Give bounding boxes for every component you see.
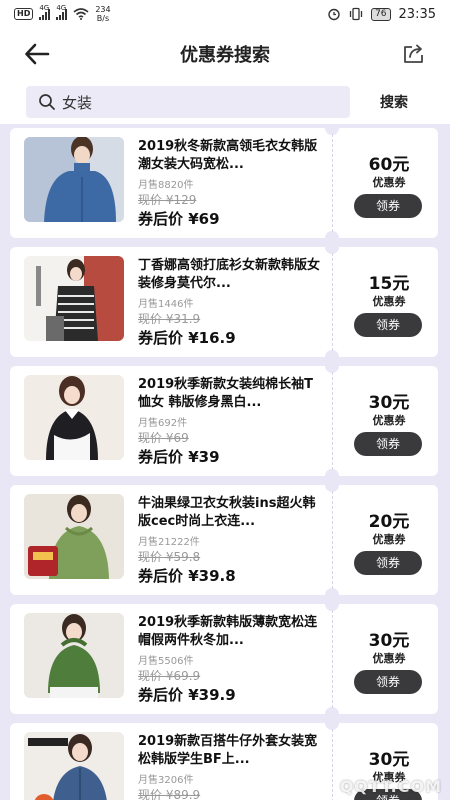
coupon-label: 优惠券 bbox=[372, 533, 406, 546]
product-title: 2019新款百搭牛仔外套女装宽松韩版学生BF上... bbox=[138, 734, 318, 767]
net-speed: 234 B/s bbox=[95, 5, 111, 23]
get-coupon-button[interactable]: 领券 bbox=[354, 194, 422, 218]
product-image bbox=[24, 256, 124, 341]
after-coupon-price: 券后价 ¥69 bbox=[138, 210, 220, 228]
clock: 23:35 bbox=[398, 6, 436, 22]
coupon-label: 优惠券 bbox=[372, 414, 406, 427]
search-icon bbox=[39, 94, 55, 110]
original-price: 现价 ¥89.9 bbox=[138, 788, 201, 800]
list-item[interactable]: 2019秋季新款女装纯棉长袖T恤女 韩版修身黑白... 月售692件 现价 ¥6… bbox=[10, 366, 438, 476]
wifi-icon bbox=[73, 8, 89, 20]
divider bbox=[332, 253, 333, 351]
monthly-sales: 月售1446件 bbox=[138, 299, 194, 310]
product-image bbox=[24, 732, 124, 800]
get-coupon-button[interactable]: 领券 bbox=[354, 313, 422, 337]
watermark: QQTT.COM bbox=[339, 777, 442, 796]
original-price: 现价 ¥129 bbox=[138, 193, 197, 207]
hd-badge: HD bbox=[14, 8, 34, 20]
original-price: 现价 ¥31.9 bbox=[138, 312, 201, 326]
monthly-sales: 月售692件 bbox=[138, 418, 188, 429]
monthly-sales: 月售8820件 bbox=[138, 180, 194, 191]
original-price: 现价 ¥69 bbox=[138, 431, 189, 445]
vibrate-icon bbox=[349, 7, 363, 21]
alarm-icon bbox=[328, 8, 340, 21]
get-coupon-button[interactable]: 领券 bbox=[354, 670, 422, 694]
get-coupon-button[interactable]: 领券 bbox=[354, 551, 422, 575]
coupon-list: 2019秋冬新款高领毛衣女韩版潮女装大码宽松... 月售8820件 现价 ¥12… bbox=[0, 124, 450, 800]
monthly-sales: 月售21222件 bbox=[138, 537, 200, 548]
coupon-label: 优惠券 bbox=[372, 652, 406, 665]
search-query: 女装 bbox=[62, 93, 93, 112]
divider bbox=[332, 610, 333, 708]
product-title: 2019秋季新款韩版薄款宽松连帽假两件秋冬加... bbox=[138, 615, 318, 648]
product-title: 丁香娜高领打底衫女新款韩版女装修身莫代尔... bbox=[138, 258, 320, 291]
coupon-amount: 20元 bbox=[368, 512, 410, 532]
coupon-label: 优惠券 bbox=[372, 176, 406, 189]
coupon-label: 优惠券 bbox=[372, 295, 406, 308]
product-title: 2019秋季新款女装纯棉长袖T恤女 韩版修身黑白... bbox=[138, 377, 314, 410]
signal-icon-2: 4G bbox=[56, 4, 68, 20]
arrow-left-icon[interactable] bbox=[24, 42, 50, 66]
divider bbox=[332, 134, 333, 232]
product-image bbox=[24, 494, 124, 579]
coupon-amount: 15元 bbox=[368, 274, 410, 294]
original-price: 现价 ¥59.8 bbox=[138, 550, 201, 564]
list-item[interactable]: 2019秋冬新款高领毛衣女韩版潮女装大码宽松... 月售8820件 现价 ¥12… bbox=[10, 128, 438, 238]
product-title: 2019秋冬新款高领毛衣女韩版潮女装大码宽松... bbox=[138, 139, 318, 172]
original-price: 现价 ¥69.9 bbox=[138, 669, 201, 683]
after-coupon-price: 券后价 ¥16.9 bbox=[138, 329, 236, 347]
after-coupon-price: 券后价 ¥39.8 bbox=[138, 567, 236, 585]
monthly-sales: 月售5506件 bbox=[138, 656, 194, 667]
product-image bbox=[24, 613, 124, 698]
coupon-amount: 30元 bbox=[368, 750, 410, 770]
search-bar: 女装 搜索 bbox=[0, 80, 450, 124]
product-image bbox=[24, 375, 124, 460]
coupon-amount: 60元 bbox=[368, 155, 410, 175]
get-coupon-button[interactable]: 领券 bbox=[354, 432, 422, 456]
product-image bbox=[24, 137, 124, 222]
search-button[interactable]: 搜索 bbox=[380, 92, 408, 112]
search-input[interactable]: 女装 bbox=[26, 86, 350, 118]
after-coupon-price: 券后价 ¥39 bbox=[138, 448, 220, 466]
coupon-amount: 30元 bbox=[368, 393, 410, 413]
divider bbox=[332, 372, 333, 470]
signal-icon: 4G bbox=[39, 4, 51, 20]
list-item[interactable]: 牛油果绿卫衣女秋装ins超火韩版cec时尚上衣连... 月售21222件 现价 … bbox=[10, 485, 438, 595]
status-bar: HD 4G 4G 234 B/s 76 23:35 bbox=[0, 0, 450, 28]
coupon-amount: 30元 bbox=[368, 631, 410, 651]
share-icon[interactable] bbox=[402, 42, 426, 66]
monthly-sales: 月售3206件 bbox=[138, 775, 194, 786]
after-coupon-price: 券后价 ¥39.9 bbox=[138, 686, 236, 704]
divider bbox=[332, 491, 333, 589]
product-title: 牛油果绿卫衣女秋装ins超火韩版cec时尚上衣连... bbox=[138, 496, 316, 529]
page-title: 优惠券搜索 bbox=[180, 45, 270, 66]
divider bbox=[332, 729, 333, 800]
list-item[interactable]: 丁香娜高领打底衫女新款韩版女装修身莫代尔... 月售1446件 现价 ¥31.9… bbox=[10, 247, 438, 357]
app-header: 优惠券搜索 bbox=[0, 28, 450, 80]
list-item[interactable]: 2019秋季新款韩版薄款宽松连帽假两件秋冬加... 月售5506件 现价 ¥69… bbox=[10, 604, 438, 714]
battery-indicator: 76 bbox=[371, 7, 391, 21]
